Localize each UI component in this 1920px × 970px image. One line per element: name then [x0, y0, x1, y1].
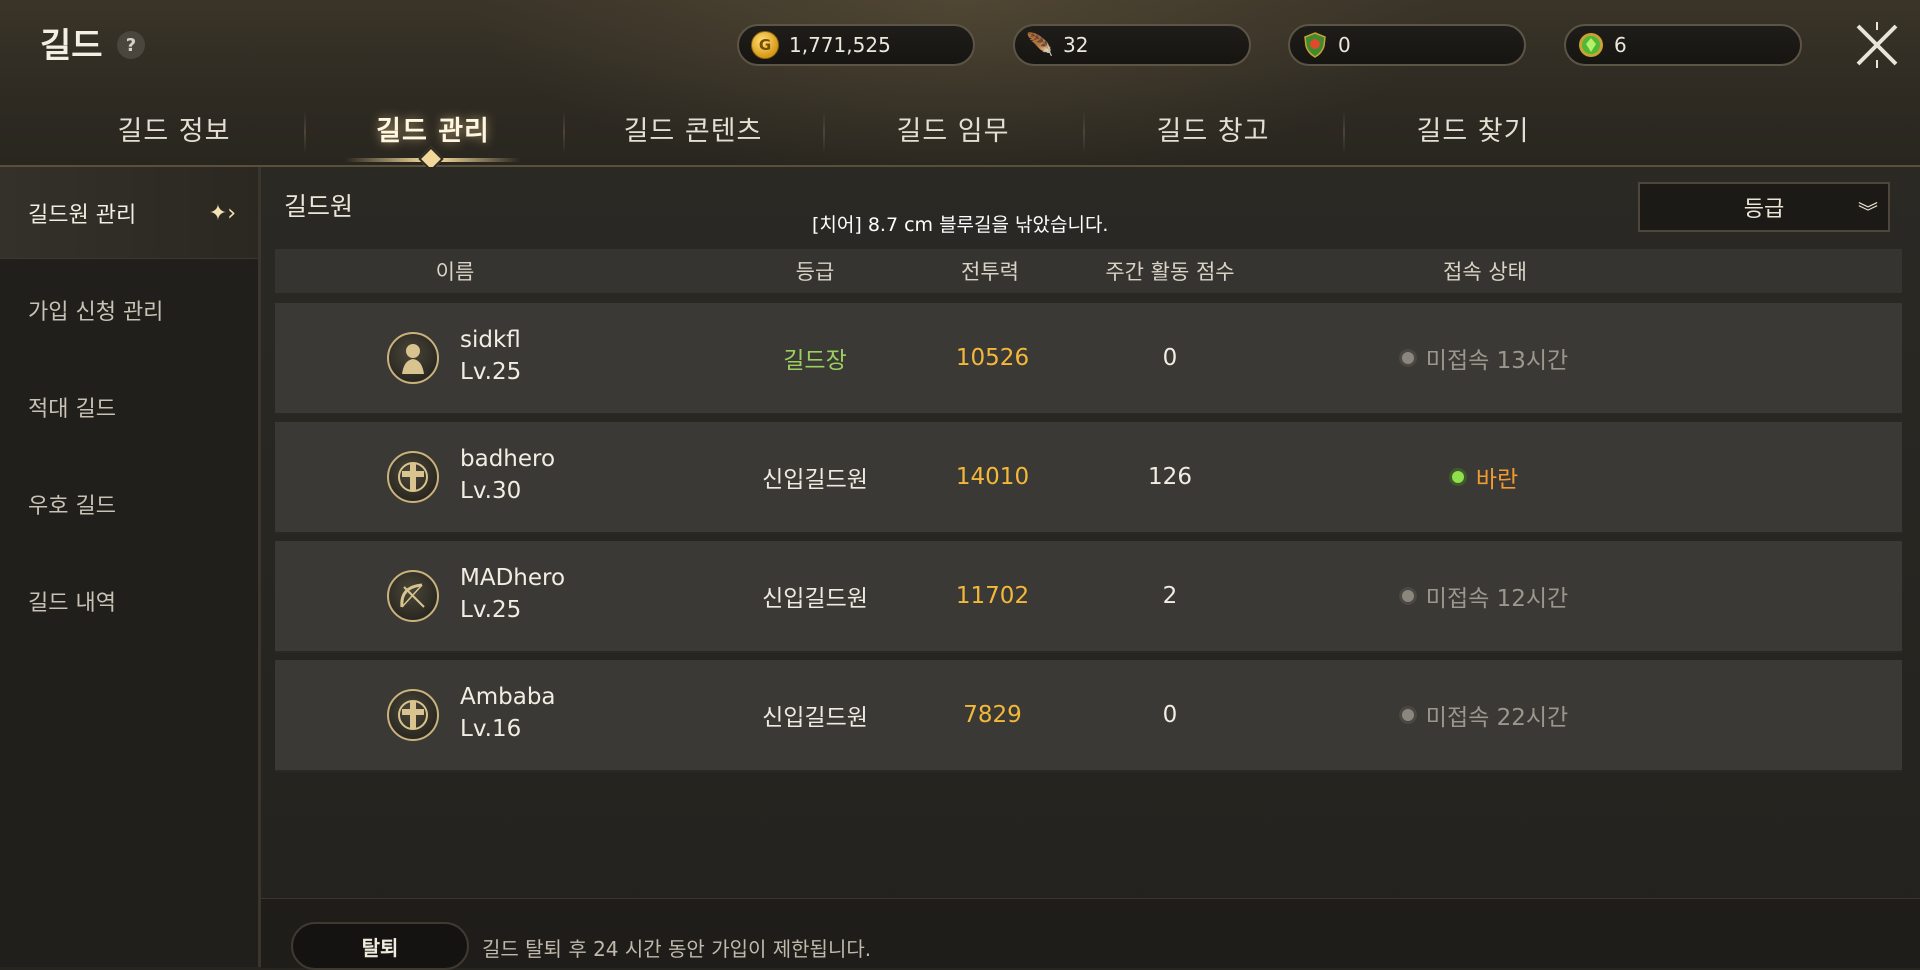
member-grade: 길드장 — [783, 348, 847, 374]
member-grade: 신입길드원 — [762, 467, 868, 493]
feather-icon: 🪶 — [1026, 32, 1054, 58]
table-row[interactable]: sidkfl Lv.25 길드장 10526 0 미접속 13시간 — [275, 303, 1902, 415]
top-header: 길드 ? G 1,771,525 🪶 32 0 6 길드 정보 길드 관리 길드… — [0, 0, 1920, 172]
member-weekly-score: 2 — [1162, 583, 1178, 609]
member-status: 미접속 22시간 — [1345, 660, 1625, 770]
online-dot-icon — [1451, 471, 1464, 483]
chevron-down-icon: ︾ — [1858, 200, 1878, 224]
member-weekly-score: 126 — [1148, 464, 1192, 490]
footer-bar: 탈퇴 길드 탈퇴 후 24 시간 동안 가입이 제한됩니다. — [261, 898, 1920, 970]
sidebar: 길드원 관리 ✦› 가입 신청 관리 적대 길드 우호 길드 길드 내역 — [0, 167, 261, 967]
sidebar-item-join-requests[interactable]: 가입 신청 관리 — [0, 264, 258, 356]
bust-icon — [387, 332, 439, 384]
cross-shield-icon — [387, 689, 439, 741]
help-icon[interactable]: ? — [117, 31, 145, 59]
member-level: Lv.30 — [460, 478, 522, 504]
currency-gem[interactable]: 6 — [1564, 24, 1802, 66]
table-row[interactable]: MADhero Lv.25 신입길드원 11702 2 미접속 12시간 — [275, 541, 1902, 653]
member-status-text: 미접속 13시간 — [1425, 348, 1569, 374]
offline-dot-icon — [1401, 590, 1414, 602]
sidebar-item-guild-history[interactable]: 길드 내역 — [0, 555, 258, 647]
sidebar-item-label: 가입 신청 관리 — [28, 300, 164, 325]
offline-dot-icon — [1401, 709, 1414, 721]
member-power: 11702 — [955, 583, 1030, 609]
member-power: 7829 — [963, 702, 1022, 728]
member-status: 미접속 13시간 — [1345, 303, 1625, 413]
member-level: Lv.16 — [460, 716, 522, 742]
column-header-weekly-score[interactable]: 주간 활동 점수 — [1065, 249, 1275, 293]
sort-dropdown[interactable]: 등급 ︾ — [1638, 182, 1890, 232]
member-level: Lv.25 — [460, 597, 522, 623]
feather-amount: 32 — [1063, 33, 1089, 57]
currency-gold[interactable]: G 1,771,525 — [737, 24, 975, 66]
member-level: Lv.25 — [460, 359, 522, 385]
bow-icon — [387, 570, 439, 622]
section-title: 길드원 — [284, 192, 354, 221]
table-header: 이름 등급 전투력 주간 활동 점수 접속 상태 — [275, 249, 1902, 293]
offline-dot-icon — [1401, 352, 1414, 364]
tab-guild-storage[interactable]: 길드 창고 — [1083, 100, 1343, 156]
gem-amount: 6 — [1614, 33, 1627, 57]
member-status: 미접속 12시간 — [1345, 541, 1625, 651]
active-arrow-icon: ✦› — [208, 201, 236, 226]
member-panel: 길드원 [치어] 8.7 cm 블루길을 낚았습니다. 등급 ︾ 이름 등급 전… — [261, 167, 1920, 967]
tab-guild-content[interactable]: 길드 콘텐츠 — [563, 100, 823, 156]
tab-guild-mission[interactable]: 길드 임무 — [823, 100, 1083, 156]
column-header-grade[interactable]: 등급 — [715, 249, 915, 293]
close-icon[interactable] — [1850, 18, 1904, 72]
chat-notification: [치어] 8.7 cm 블루길을 낚았습니다. — [812, 214, 1109, 236]
shield-token-icon — [1302, 32, 1328, 58]
sidebar-item-friendly-guilds[interactable]: 우호 길드 — [0, 458, 258, 550]
cross-shield-icon — [387, 451, 439, 503]
member-power: 14010 — [955, 464, 1030, 490]
gold-coin-icon: G — [751, 31, 779, 59]
gold-amount: 1,771,525 — [789, 33, 891, 57]
sidebar-item-label: 길드원 관리 — [28, 202, 137, 228]
member-weekly-score: 0 — [1162, 702, 1178, 728]
column-header-status[interactable]: 접속 상태 — [1345, 249, 1625, 293]
member-name: Ambaba — [460, 684, 556, 710]
tab-guild-search[interactable]: 길드 찾기 — [1343, 100, 1603, 156]
member-grade: 신입길드원 — [762, 586, 868, 612]
member-grade: 신입길드원 — [762, 705, 868, 731]
currency-shield[interactable]: 0 — [1288, 24, 1526, 66]
member-name: MADhero — [460, 565, 566, 591]
tab-bar: 길드 정보 길드 관리 길드 콘텐츠 길드 임무 길드 창고 길드 찾기 — [0, 100, 1920, 162]
green-gem-icon — [1578, 32, 1604, 58]
sidebar-item-label: 우호 길드 — [28, 494, 116, 519]
member-weekly-score: 0 — [1162, 345, 1178, 371]
member-name: badhero — [460, 446, 556, 472]
sidebar-item-label: 길드 내역 — [28, 591, 116, 616]
table-row[interactable]: badhero Lv.30 신입길드원 14010 126 바란 — [275, 422, 1902, 534]
shield-amount: 0 — [1338, 33, 1351, 57]
page-title: 길드 — [40, 26, 103, 66]
member-name: sidkfl — [460, 327, 521, 353]
column-header-power[interactable]: 전투력 — [915, 249, 1065, 293]
member-status-text: 바란 — [1475, 467, 1519, 493]
member-power: 10526 — [955, 345, 1030, 371]
column-header-name[interactable]: 이름 — [345, 249, 565, 293]
member-status-text: 미접속 12시간 — [1425, 586, 1569, 612]
member-status-text: 미접속 22시간 — [1425, 705, 1569, 731]
member-status: 바란 — [1345, 422, 1625, 532]
sidebar-item-label: 적대 길드 — [28, 397, 116, 422]
tab-guild-info[interactable]: 길드 정보 — [44, 100, 304, 156]
currency-feather[interactable]: 🪶 32 — [1013, 24, 1251, 66]
sidebar-item-hostile-guilds[interactable]: 적대 길드 — [0, 361, 258, 453]
sort-dropdown-value: 등급 — [1743, 197, 1785, 222]
leave-guild-note: 길드 탈퇴 후 24 시간 동안 가입이 제한됩니다. — [482, 937, 872, 961]
sidebar-item-member-management[interactable]: 길드원 관리 ✦› — [0, 167, 258, 259]
table-row[interactable]: Ambaba Lv.16 신입길드원 7829 0 미접속 22시간 — [275, 660, 1902, 772]
leave-guild-button[interactable]: 탈퇴 — [291, 922, 469, 970]
